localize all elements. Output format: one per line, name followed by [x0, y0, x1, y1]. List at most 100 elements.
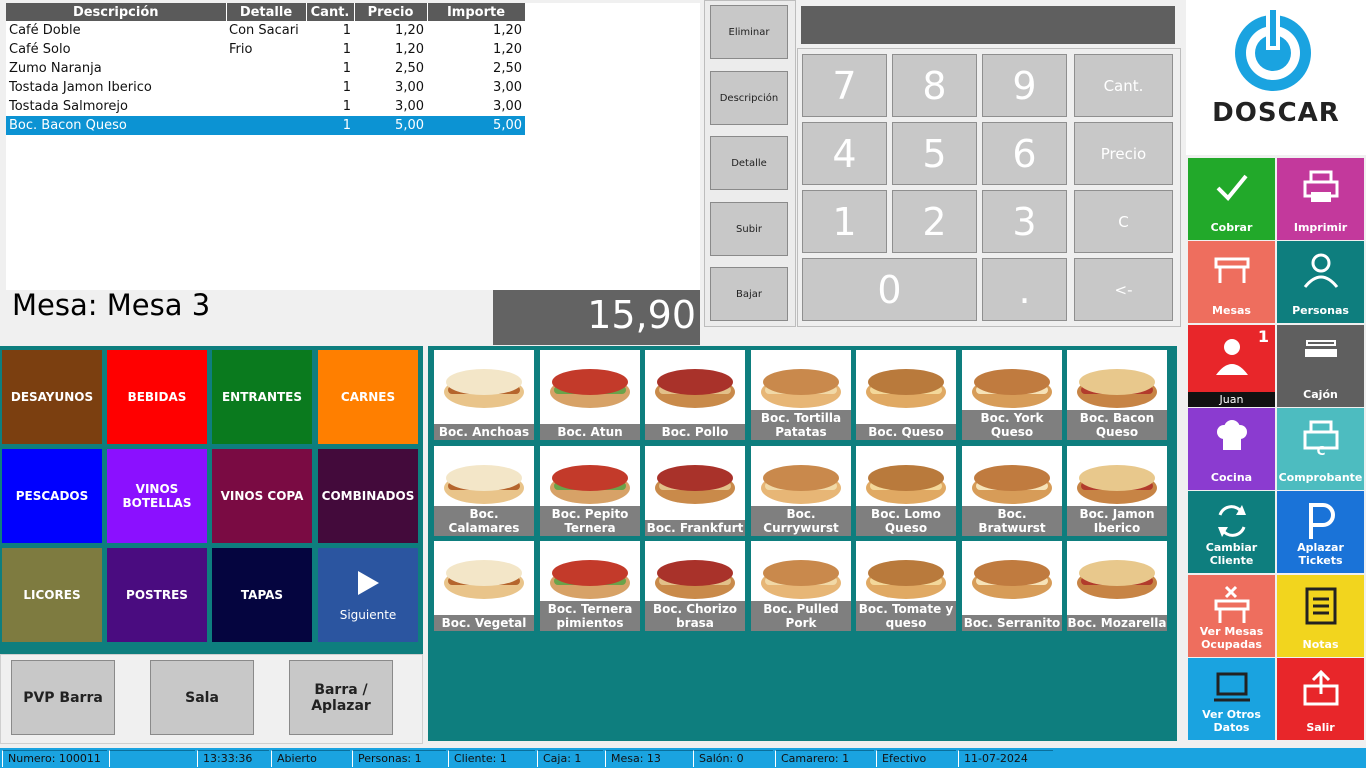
status-payment: Efectivo — [876, 750, 956, 767]
status-date: 11-07-2024 — [958, 750, 1053, 767]
product-boc-ternera-pimientos[interactable]: Boc. Ternera pimientos — [540, 541, 640, 631]
order-row[interactable]: Zumo Naranja 1 2,50 2,50 — [6, 59, 525, 78]
salir-button[interactable]: Salir — [1277, 658, 1364, 740]
ver-otros-datos-button[interactable]: Ver Otros Datos — [1188, 658, 1275, 740]
category-pescados[interactable]: PESCADOS — [2, 449, 102, 543]
ticket-number: Numero: 100011 — [2, 750, 107, 767]
pvp-barra-button[interactable]: PVP Barra — [11, 660, 115, 735]
product-boc-calamares[interactable]: Boc. Calamares — [434, 446, 534, 536]
category-desayunos[interactable]: DESAYUNOS — [2, 350, 102, 444]
order-item-detail — [226, 78, 306, 97]
key-5[interactable]: 5 — [892, 122, 977, 185]
product-boc-queso[interactable]: Boc. Queso — [856, 350, 956, 440]
swap-icon — [1217, 505, 1246, 537]
decimal-key[interactable]: . — [982, 258, 1067, 321]
order-row[interactable]: Café Solo Frio 1 1,20 1,20 — [6, 40, 525, 59]
product-boc-frankfurt[interactable]: Boc. Frankfurt — [645, 446, 745, 536]
cambiar-cliente-button[interactable]: Cambiar Cliente — [1188, 491, 1275, 573]
column-header-precio[interactable]: Precio — [354, 3, 428, 21]
sandwich-image — [972, 465, 1052, 504]
category-licores[interactable]: LICORES — [2, 548, 102, 642]
sandwich-image — [444, 560, 524, 599]
product-boc-pepito-ternera[interactable]: Boc. Pepito Ternera — [540, 446, 640, 536]
product-boc-pulled-pork[interactable]: Boc. Pulled Pork — [751, 541, 851, 631]
product-boc-tortilla-patatas[interactable]: Boc. Tortilla Patatas — [751, 350, 851, 440]
product-boc-bacon-queso[interactable]: Boc. Bacon Queso — [1067, 350, 1167, 440]
key-8[interactable]: 8 — [892, 54, 977, 117]
category-postres[interactable]: POSTRES — [107, 548, 207, 642]
product-boc-bratwurst[interactable]: Boc. Bratwurst — [962, 446, 1062, 536]
key-4[interactable]: 4 — [802, 122, 887, 185]
edit-detail-button[interactable]: Detalle — [710, 136, 788, 190]
product-boc-chorizo-brasa[interactable]: Boc. Chorizo brasa — [645, 541, 745, 631]
move-down-button[interactable]: Bajar — [710, 267, 788, 321]
key-1[interactable]: 1 — [802, 190, 887, 253]
order-row[interactable]: Boc. Bacon Queso 1 5,00 5,00 — [6, 116, 525, 135]
personas-button[interactable]: Personas — [1277, 241, 1364, 323]
product-boc-atun[interactable]: Boc. Atun — [540, 350, 640, 440]
column-header-detalle[interactable]: Detalle — [226, 3, 307, 21]
key-0[interactable]: 0 — [802, 258, 977, 321]
category-vinos-botellas[interactable]: VINOS BOTELLAS — [107, 449, 207, 543]
order-list[interactable]: Descripción Detalle Cant. Precio Importe… — [6, 3, 700, 290]
order-item-amount: 3,00 — [493, 80, 522, 95]
clear-key[interactable]: C — [1074, 190, 1173, 253]
sala-button[interactable]: Sala — [150, 660, 254, 735]
column-header-importe[interactable]: Importe — [427, 3, 526, 21]
receipt-printer-icon: C — [1303, 420, 1338, 458]
status-state: Abierto — [271, 750, 350, 767]
move-up-button[interactable]: Subir — [710, 202, 788, 256]
order-table[interactable]: Descripción Detalle Cant. Precio Importe… — [6, 3, 526, 135]
product-boc-lomo-queso[interactable]: Boc. Lomo Queso — [856, 446, 956, 536]
category-carnes[interactable]: CARNES — [318, 350, 418, 444]
column-header-cantidad[interactable]: Cant. — [306, 3, 355, 21]
product-boc-jamon-iberico[interactable]: Boc. Jamon Iberico — [1067, 446, 1167, 536]
keypad-display — [801, 6, 1175, 44]
category-entrantes[interactable]: ENTRANTES — [212, 350, 312, 444]
key-2[interactable]: 2 — [892, 190, 977, 253]
comprobante-button[interactable]: C Comprobante — [1277, 408, 1364, 490]
backspace-key[interactable]: <- — [1074, 258, 1173, 321]
chef-hat-icon — [1216, 420, 1247, 450]
quantity-key[interactable]: Cant. — [1074, 54, 1173, 117]
product-label: Boc. Serranito — [962, 615, 1062, 631]
brand-name: DOSCAR — [1212, 98, 1340, 128]
key-6[interactable]: 6 — [982, 122, 1067, 185]
aplazar-tickets-button[interactable]: Aplazar Tickets — [1277, 491, 1364, 573]
product-boc-york-queso[interactable]: Boc. York Queso — [962, 350, 1062, 440]
product-boc-currywurst[interactable]: Boc. Currywurst — [751, 446, 851, 536]
product-boc-vegetal[interactable]: Boc. Vegetal — [434, 541, 534, 631]
category-combinados[interactable]: COMBINADOS — [318, 449, 418, 543]
cobrar-button[interactable]: Cobrar — [1188, 158, 1275, 240]
next-page-button[interactable]: Siguiente — [318, 548, 418, 642]
mesas-button[interactable]: Mesas — [1188, 241, 1275, 323]
column-header-descripcion[interactable]: Descripción — [6, 3, 227, 21]
delete-line-button[interactable]: Eliminar — [710, 5, 788, 59]
ver-mesas-ocupadas-button[interactable]: Ver Mesas Ocupadas — [1188, 575, 1275, 657]
juan-button[interactable]: 1 Juan — [1188, 325, 1275, 407]
key-9[interactable]: 9 — [982, 54, 1067, 117]
category-bebidas[interactable]: BEBIDAS — [107, 350, 207, 444]
notas-button[interactable]: Notas — [1277, 575, 1364, 657]
order-row[interactable]: Tostada Jamon Iberico 1 3,00 3,00 — [6, 78, 525, 97]
product-boc-pollo[interactable]: Boc. Pollo — [645, 350, 745, 440]
cajón-button[interactable]: Cajón — [1277, 325, 1364, 407]
product-boc-anchoas[interactable]: Boc. Anchoas — [434, 350, 534, 440]
price-key[interactable]: Precio — [1074, 122, 1173, 185]
cocina-button[interactable]: Cocina — [1188, 408, 1275, 490]
product-boc-mozarella[interactable]: Boc. Mozarella — [1067, 541, 1167, 631]
imprimir-button[interactable]: Imprimir — [1277, 158, 1364, 240]
barra-aplazar-button[interactable]: Barra / Aplazar — [289, 660, 393, 735]
order-row[interactable]: Café Doble Con Sacari 1 1,20 1,20 — [6, 21, 525, 40]
order-row[interactable]: Tostada Salmorejo 1 3,00 3,00 — [6, 97, 525, 116]
product-boc-serranito[interactable]: Boc. Serranito — [962, 541, 1062, 631]
key-7[interactable]: 7 — [802, 54, 887, 117]
edit-description-button[interactable]: Descripción — [710, 71, 788, 125]
key-3[interactable]: 3 — [982, 190, 1067, 253]
product-label: Boc. Lomo Queso — [856, 506, 956, 536]
status-caja: Caja: 1 — [537, 750, 603, 767]
category-vinos-copa[interactable]: VINOS COPA — [212, 449, 312, 543]
category-tapas[interactable]: TAPAS — [212, 548, 312, 642]
product-label: Boc. Bacon Queso — [1067, 410, 1167, 440]
product-boc-tomate-y-queso[interactable]: Boc. Tomate y queso — [856, 541, 956, 631]
